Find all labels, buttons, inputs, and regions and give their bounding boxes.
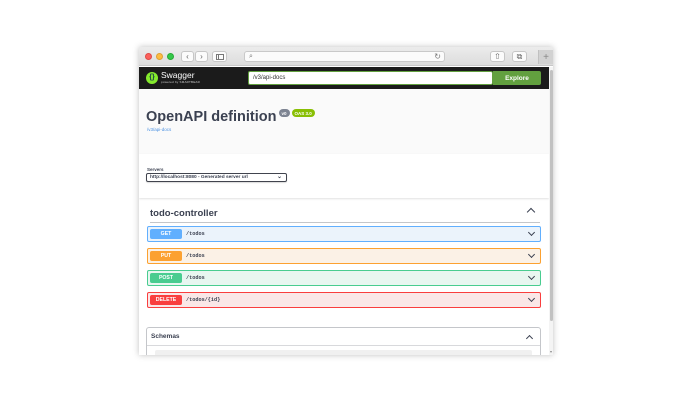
operation-delete-todo[interactable]: DELETE /todos/{id} (147, 292, 541, 308)
page-title: OpenAPI definition (146, 109, 277, 125)
address-bar[interactable]: ⌕ ↻ (244, 51, 445, 62)
chevron-down-icon: ⌄ (276, 174, 282, 180)
swagger-logo[interactable]: {} Swagger powered by SMARTBEAR (146, 71, 200, 84)
search-icon: ⌕ (249, 53, 253, 60)
schemas-section: Schemas (146, 327, 541, 355)
new-tab-button[interactable]: + (538, 50, 553, 64)
schemas-title: Schemas (151, 333, 180, 340)
chevron-down-icon[interactable] (527, 294, 536, 303)
share-button[interactable]: ⇧ (490, 51, 505, 62)
browser-window: ‹ › ⌕ ↻ ⇧ ⧉ + {} Swagger powered by SMAR… (139, 47, 553, 355)
chevron-down-icon[interactable] (527, 250, 536, 259)
sidebar-toggle-button[interactable] (212, 51, 227, 62)
operation-path: /todos/{id} (186, 297, 221, 303)
chevron-up-icon[interactable] (525, 334, 534, 343)
method-badge: GET (150, 229, 182, 239)
operation-get-todos[interactable]: GET /todos (147, 226, 541, 242)
info-section: OpenAPI definition v0 OAS 3.0 /v3/api-do… (139, 89, 549, 154)
chevron-left-icon: ‹ (186, 51, 189, 61)
minimize-window-button[interactable] (156, 53, 163, 60)
spec-link[interactable]: /v3/api-docs (147, 127, 171, 132)
page-scrollbar[interactable]: ▾ (549, 67, 553, 355)
show-tabs-button[interactable]: ⧉ (512, 51, 527, 62)
method-badge: PUT (150, 251, 182, 261)
method-badge: DELETE (150, 295, 182, 305)
scroll-down-arrow-icon[interactable]: ▾ (549, 350, 553, 354)
swagger-logo-icon: {} (146, 71, 158, 84)
chevron-right-icon: › (200, 51, 203, 61)
share-icon: ⇧ (494, 51, 501, 61)
operation-put-todos[interactable]: PUT /todos (147, 248, 541, 264)
schemas-header[interactable]: Schemas (147, 328, 540, 346)
forward-button[interactable]: › (195, 51, 208, 62)
sidebar-icon (215, 53, 224, 60)
swagger-logo-sub: powered by SMARTBEAR (161, 80, 200, 84)
servers-selected-value: http://localhost:8080 - Generated server… (150, 175, 248, 180)
tabs-icon: ⧉ (516, 51, 523, 61)
operation-path: /todos (186, 231, 205, 237)
version-badge: v0 (278, 109, 290, 117)
servers-label: Servers (147, 167, 164, 172)
chevron-up-icon[interactable] (526, 207, 536, 217)
browser-toolbar: ‹ › ⌕ ↻ ⇧ ⧉ + (139, 47, 553, 66)
explore-button[interactable]: Explore (493, 71, 541, 85)
reload-icon[interactable]: ↻ (434, 52, 441, 61)
oas-badge: OAS 3.0 (291, 109, 315, 117)
tag-title: todo-controller (150, 208, 218, 219)
schema-model-row[interactable] (155, 350, 532, 355)
operation-path: /todos (186, 253, 205, 259)
method-badge: POST (150, 273, 182, 283)
swagger-topbar: {} Swagger powered by SMARTBEAR /v3/api-… (139, 67, 549, 89)
zoom-window-button[interactable] (167, 53, 174, 60)
close-window-button[interactable] (145, 53, 152, 60)
servers-select[interactable]: http://localhost:8080 - Generated server… (146, 173, 287, 182)
operation-post-todos[interactable]: POST /todos (147, 270, 541, 286)
tag-header[interactable]: todo-controller (150, 207, 540, 223)
spec-url-input[interactable]: /v3/api-docs (248, 71, 493, 85)
scrollbar-thumb[interactable] (549, 70, 553, 321)
operation-path: /todos (186, 275, 205, 281)
chevron-down-icon[interactable] (527, 272, 536, 281)
back-button[interactable]: ‹ (181, 51, 194, 62)
servers-section: Servers http://localhost:8080 - Generate… (139, 154, 549, 198)
swagger-logo-name: Swagger (161, 70, 195, 80)
chevron-down-icon[interactable] (527, 228, 536, 237)
